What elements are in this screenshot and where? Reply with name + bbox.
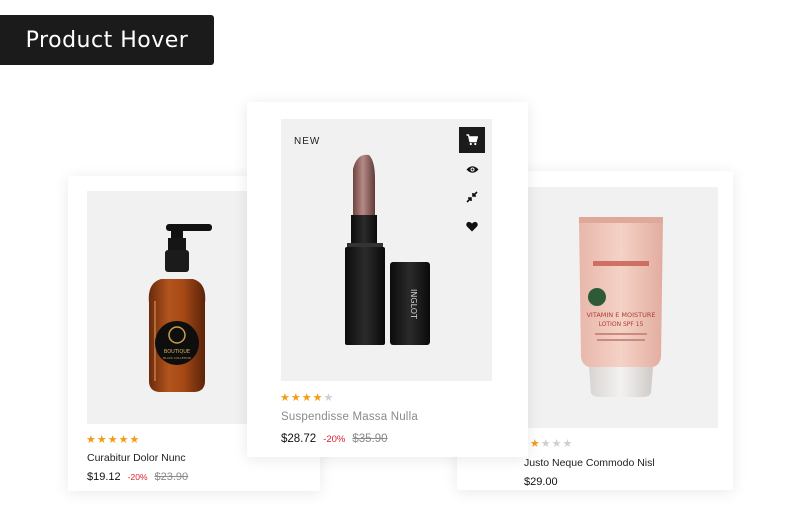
- brand-text: INGLOT: [409, 289, 418, 319]
- eye-icon: [466, 165, 478, 173]
- price: $29.00: [524, 476, 558, 488]
- tube-text-1: VITAMIN E MOISTURE: [586, 311, 655, 319]
- star-icon: ★: [129, 434, 140, 446]
- section-title: Product Hover: [25, 27, 189, 53]
- discount-badge: -20%: [127, 472, 148, 482]
- price-row-3: $29.00: [524, 476, 558, 488]
- star-icon: ★: [107, 434, 118, 446]
- product-card-2[interactable]: NEW INGLOT ★ ★ ★ ★ ★ Suspendisse Massa N…: [247, 102, 528, 457]
- compare-button[interactable]: [459, 184, 485, 210]
- product-image-2[interactable]: NEW INGLOT: [281, 119, 492, 381]
- product-image-3[interactable]: VITAMIN E MOISTURE LOTION SPF 15: [527, 187, 718, 428]
- rating-stars-2: ★ ★ ★ ★ ★: [280, 393, 333, 404]
- star-icon: ★: [118, 434, 129, 446]
- product-name-2[interactable]: Suspendisse Massa Nulla: [281, 411, 418, 423]
- compare-icon: [466, 191, 478, 203]
- section-title-banner: Product Hover: [0, 15, 214, 65]
- star-icon: ★: [323, 392, 334, 404]
- star-icon: ★: [312, 392, 323, 404]
- star-icon: ★: [301, 392, 312, 404]
- old-price: $23.90: [154, 471, 189, 483]
- add-to-cart-button[interactable]: [459, 127, 485, 153]
- price: $19.12: [87, 471, 121, 483]
- cream-tube-icon: VITAMIN E MOISTURE LOTION SPF 15: [579, 217, 663, 397]
- rating-stars-1: ★ ★ ★ ★ ★: [86, 435, 139, 446]
- discount-badge: -20%: [323, 434, 346, 445]
- star-icon: ★: [86, 434, 96, 446]
- old-price: $35.90: [352, 433, 388, 445]
- star-icon: ★: [540, 438, 551, 450]
- product-name-1[interactable]: Curabitur Dolor Nunc: [87, 452, 186, 464]
- product-name-3[interactable]: Justo Neque Commodo Nisl: [524, 457, 655, 469]
- bottle-label-text: BOUTIQUE: [164, 349, 190, 355]
- tube-text-2: LOTION SPF 15: [599, 321, 644, 328]
- star-icon: ★: [551, 438, 562, 450]
- quick-view-button[interactable]: [459, 156, 485, 182]
- price-row-2: $28.72 -20% $35.90: [281, 433, 388, 445]
- bottle-label-subtext: BLACK COLLETION: [163, 356, 191, 360]
- star-icon: ★: [529, 438, 540, 450]
- star-icon: ★: [562, 438, 573, 450]
- price: $28.72: [281, 433, 317, 445]
- heart-icon: [466, 221, 478, 231]
- star-icon: ★: [280, 392, 290, 404]
- amber-soap-bottle-icon: BOUTIQUE BLACK COLLETION: [148, 224, 212, 392]
- star-icon: ★: [290, 392, 301, 404]
- wishlist-button[interactable]: [459, 213, 485, 239]
- price-row-1: $19.12 -20% $23.90: [87, 471, 188, 483]
- star-icon: ★: [96, 434, 107, 446]
- product-image-1[interactable]: BOUTIQUE BLACK COLLETION: [87, 191, 247, 424]
- cart-icon: [466, 134, 478, 146]
